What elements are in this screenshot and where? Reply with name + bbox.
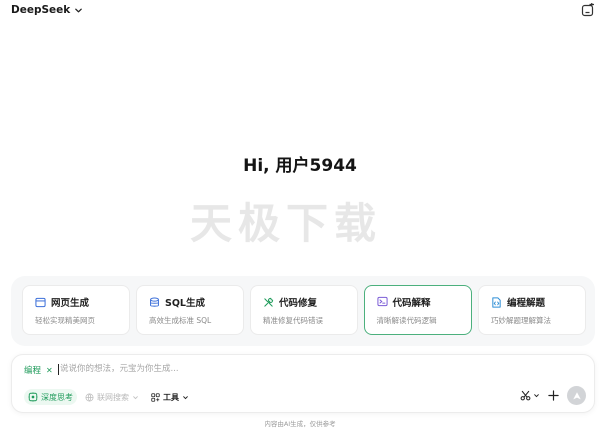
remove-tag-icon[interactable]: ✕: [46, 366, 53, 375]
chevron-down-icon: [75, 8, 83, 12]
plus-icon[interactable]: [548, 390, 559, 401]
message-input[interactable]: [60, 360, 510, 378]
card-code-explain[interactable]: 代码解释 清晰解读代码逻辑: [364, 285, 472, 335]
card-code-repair[interactable]: 代码修复 精准修复代码错误: [250, 285, 358, 335]
card-webpage-generation[interactable]: 网页生成 轻松实现精美网页: [22, 285, 130, 335]
text-caret: [58, 364, 59, 375]
tools-menu[interactable]: 工具: [147, 389, 193, 405]
brand-name: DeepSeek: [11, 4, 71, 16]
card-title: SQL生成: [165, 298, 205, 309]
ai-disclaimer: 内容由AI生成，仅供参考: [264, 420, 336, 428]
card-subtitle: 高效生成标准 SQL: [149, 316, 212, 325]
composer-actions: [520, 386, 586, 405]
cut-menu[interactable]: [520, 390, 540, 401]
card-subtitle: 精准修复代码错误: [263, 316, 323, 325]
chat-composer: 编程 ✕ 深度思考 联网搜索 工具: [11, 354, 595, 413]
tools-icon: [264, 297, 274, 307]
card-programming-problem[interactable]: 编程解题 巧妙解题理解算法: [478, 285, 586, 335]
card-title: 编程解题: [507, 298, 546, 309]
deep-think-label: 深度思考: [41, 392, 73, 402]
code-file-icon: [492, 296, 501, 308]
deep-think-toggle[interactable]: 深度思考: [24, 389, 77, 405]
top-bar: DeepSeek: [0, 0, 600, 24]
new-chat-icon[interactable]: [580, 3, 596, 19]
card-title: 代码解释: [392, 297, 431, 309]
greeting-title: Hi, 用户5944: [243, 156, 357, 176]
card-sql-generation[interactable]: SQL生成 高效生成标准 SQL: [136, 285, 244, 335]
apps-icon: [151, 392, 160, 402]
model-selector[interactable]: DeepSeek: [11, 4, 83, 16]
send-arrow-icon: [572, 391, 581, 399]
globe-icon: [85, 393, 94, 401]
terminal-icon: [376, 296, 388, 307]
card-title: 代码修复: [279, 298, 318, 309]
send-button[interactable]: [567, 386, 586, 405]
scissors-icon: [520, 390, 531, 401]
deep-think-icon: [28, 392, 38, 402]
watermark: 天极下载: [189, 199, 382, 248]
chevron-down-icon: [183, 395, 188, 399]
card-subtitle: 巧妙解题理解算法: [491, 316, 551, 325]
suggestion-cards: 网页生成 轻松实现精美网页 SQL生成 高效生成标准 SQL 代码修复 精准修复…: [22, 285, 586, 335]
card-subtitle: 轻松实现精美网页: [35, 316, 95, 325]
webpage-icon: [35, 297, 46, 307]
card-subtitle: 清晰解读代码逻辑: [376, 315, 437, 325]
mode-tag-label: 编程: [24, 366, 42, 376]
web-search-label: 联网搜索: [97, 392, 129, 402]
database-icon: [150, 297, 159, 307]
composer-toolbar: 深度思考 联网搜索 工具: [24, 389, 193, 405]
tools-label: 工具: [163, 392, 179, 402]
chevron-down-icon: [133, 395, 138, 399]
chevron-down-icon: [534, 394, 539, 398]
web-search-toggle[interactable]: 联网搜索: [81, 389, 143, 405]
mode-tag: 编程 ✕: [24, 364, 53, 377]
card-title: 网页生成: [51, 298, 90, 309]
